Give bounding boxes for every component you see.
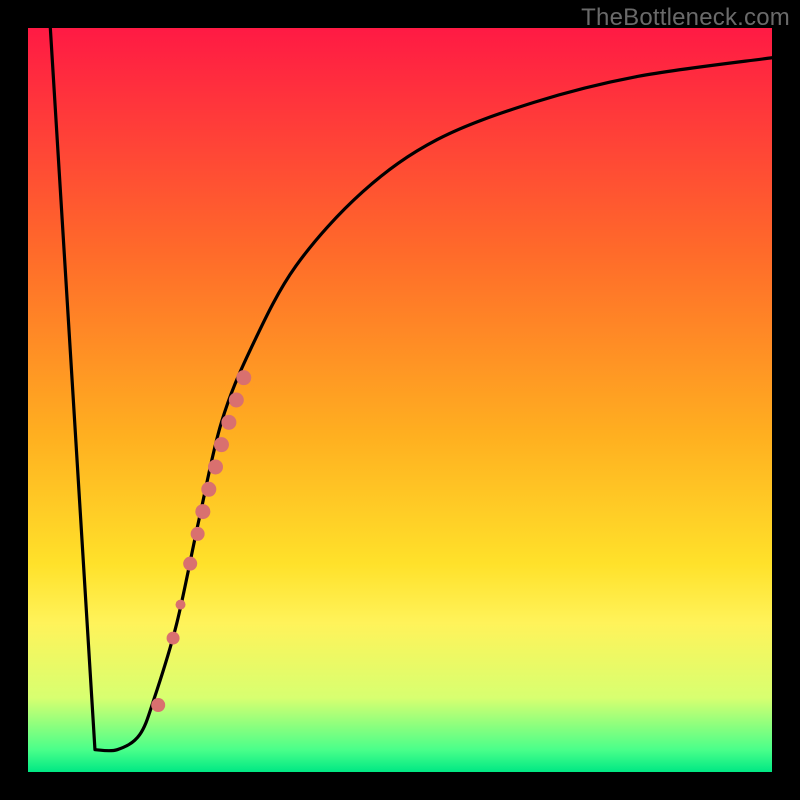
highlight-point-marker bbox=[195, 504, 210, 519]
highlight-point-marker bbox=[191, 527, 205, 541]
bottleneck-curve bbox=[50, 28, 772, 751]
chart-svg bbox=[28, 28, 772, 772]
highlight-segment-marker bbox=[151, 698, 165, 712]
highlight-point-marker bbox=[236, 370, 251, 385]
highlight-point-marker bbox=[214, 437, 229, 452]
highlight-point-marker bbox=[201, 482, 216, 497]
highlight-point-marker bbox=[221, 415, 236, 430]
highlight-point-marker bbox=[176, 600, 186, 610]
highlight-point-marker bbox=[229, 393, 244, 408]
highlight-point-marker bbox=[183, 557, 197, 571]
chart-frame: TheBottleneck.com bbox=[0, 0, 800, 800]
chart-plot-area bbox=[28, 28, 772, 772]
highlight-point-marker bbox=[167, 632, 180, 645]
highlight-point-marker bbox=[208, 459, 223, 474]
